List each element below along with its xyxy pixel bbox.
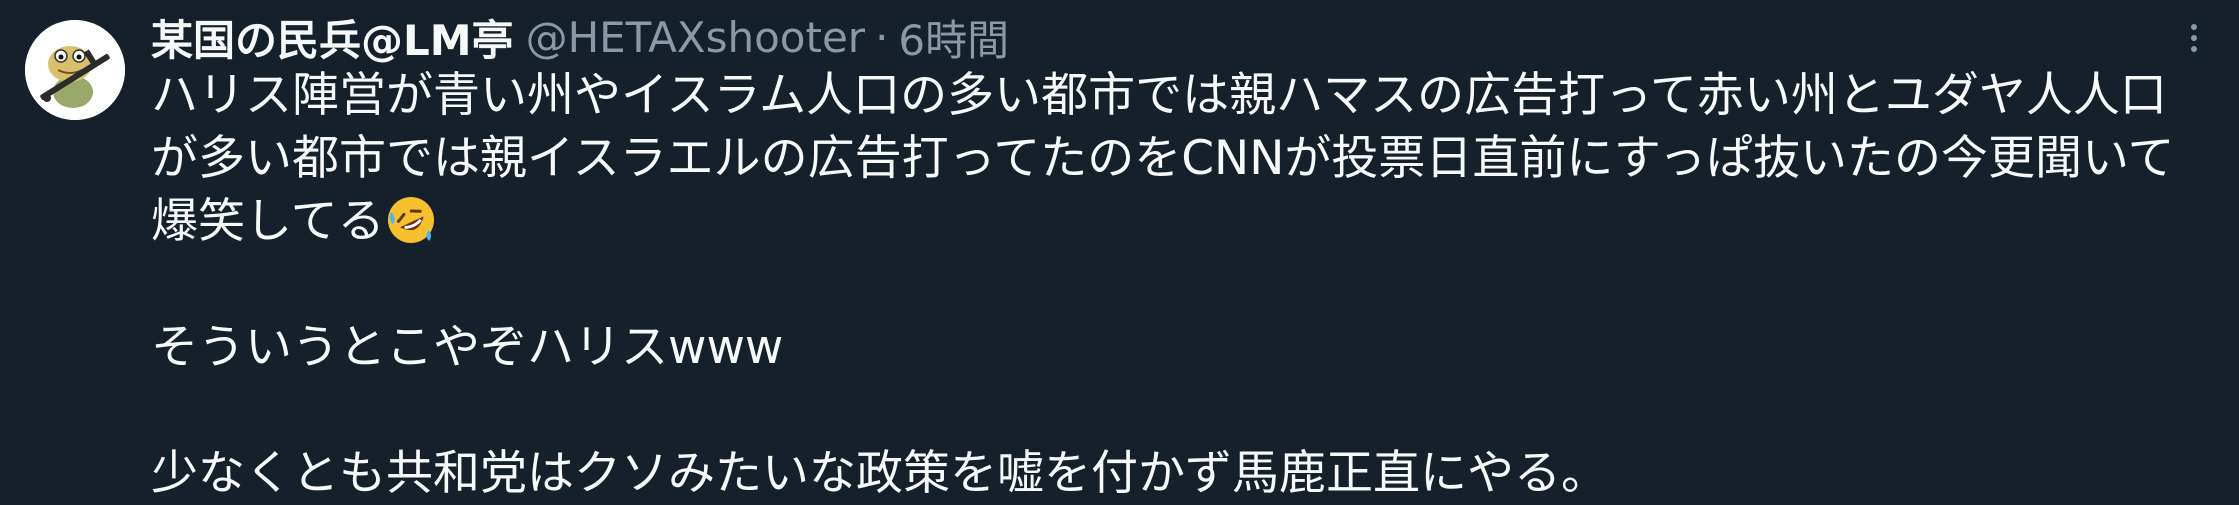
tweet-header: 某国の民兵@LM亭 @HETAXshooter · 6時間 (151, 8, 1009, 66)
separator-dot: · (875, 12, 889, 62)
tweet-line-text: 爆笑してる (151, 194, 385, 249)
tweet-line: 爆笑してる (151, 190, 2191, 253)
timestamp[interactable]: 6時間 (898, 7, 1009, 68)
tweet-line: 少なくとも共和党はクソみたいな政策を嘘を付かず馬鹿正直にやる。 (151, 446, 1608, 501)
tweet-text: ハリス陣営が青い州やイスラム人口の多い都市では親ハマスの広告打って赤い州とユダヤ… (151, 64, 2191, 505)
rolling-on-floor-laughing-emoji (385, 194, 437, 246)
more-vertical-icon[interactable] (2176, 20, 2212, 56)
user-handle[interactable]: @HETAXshooter (526, 13, 866, 62)
tweet: 某国の民兵@LM亭 @HETAXshooter · 6時間 ハリス陣営が青い州や… (0, 0, 2239, 501)
tweet-line: が多い都市では親イスラエルの広告打ってたのをCNNが投票日直前にすっぱ抜いたの今… (151, 131, 2175, 186)
tweet-line: ハリス陣営が青い州やイスラム人口の多い都市では親ハマスの広告打って赤い州とユダヤ… (151, 68, 2167, 123)
display-name[interactable]: 某国の民兵@LM亭 (151, 7, 514, 68)
frog-soldier-avatar-icon (25, 20, 125, 120)
tweet-line: そういうとこやぞハリスwww (151, 320, 784, 375)
avatar[interactable] (25, 20, 125, 120)
